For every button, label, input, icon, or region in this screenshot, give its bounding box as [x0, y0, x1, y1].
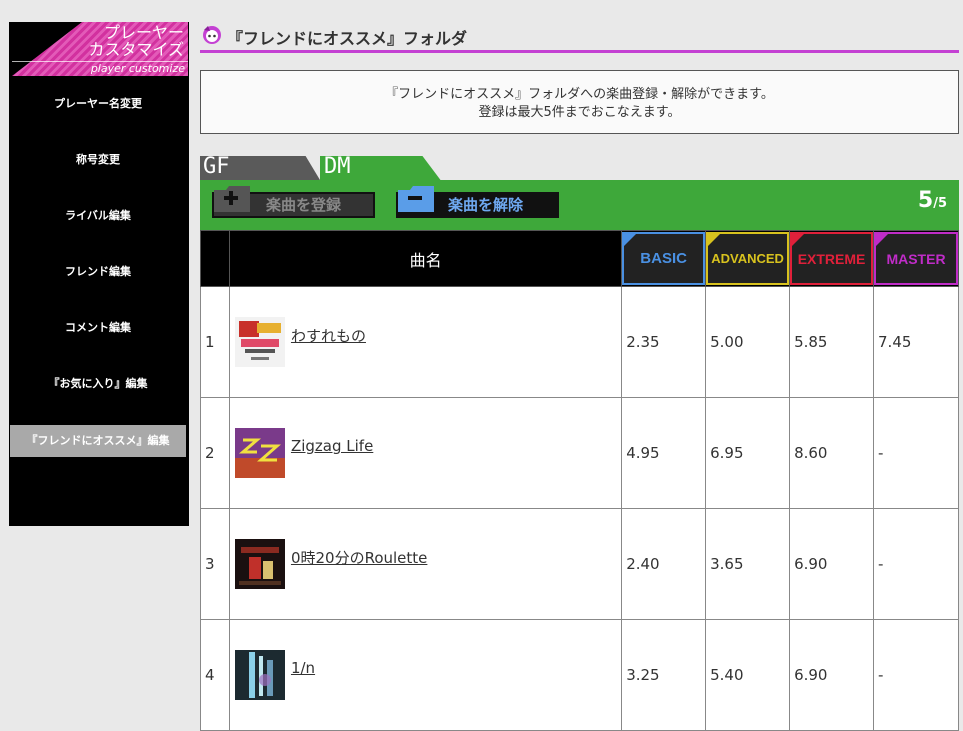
page-header: 『フレンドにオススメ』フォルダ: [200, 22, 959, 53]
sidebar-item-title[interactable]: 称号変更: [9, 152, 187, 168]
sidebar: プレーヤー カスタマイズ player customize プレーヤー名変更 称…: [9, 22, 189, 526]
difficulty-master-label: MASTER: [874, 232, 958, 285]
remove-song-label: 楽曲を解除: [448, 196, 524, 214]
song-cell: Zigzag Life: [228, 397, 623, 509]
tab-gf-label: GF: [203, 154, 230, 179]
info-box: 『フレンドにオススメ』フォルダへの楽曲登録・解除ができます。 登録は最大5件まで…: [200, 70, 959, 134]
level-master: -: [873, 619, 959, 731]
registered-count-value: 5: [917, 188, 934, 213]
tab-gf[interactable]: GF: [200, 156, 320, 180]
add-song-label: 楽曲を登録: [266, 196, 342, 214]
registered-count-max: /5: [933, 196, 947, 211]
song-jacket-image: [234, 317, 285, 367]
difficulty-extreme-label: EXTREME: [790, 232, 874, 285]
info-text-line-1: 『フレンドにオススメ』フォルダへの楽曲登録・解除ができます。: [385, 87, 774, 102]
header-extreme: EXTREME: [789, 230, 875, 287]
song-cell: わすれもの: [228, 286, 623, 398]
sidebar-header-title-2: カスタマイズ: [88, 40, 184, 59]
level-advanced: 5.40: [705, 619, 791, 731]
difficulty-basic-text: BASIC: [640, 250, 687, 267]
level-extreme: 8.60: [789, 397, 875, 509]
song-jacket-image: [234, 428, 285, 478]
info-text-line-2: 登録は最大5件までおこなえます。: [478, 105, 681, 120]
song-title-link[interactable]: 0時20分のRoulette: [291, 547, 427, 568]
add-song-button[interactable]: 楽曲を登録: [212, 186, 375, 218]
toolbar: 楽曲を登録 楽曲を解除 5/5: [200, 180, 959, 230]
sidebar-header: プレーヤー カスタマイズ player customize: [12, 22, 188, 76]
level-basic: 2.40: [621, 508, 707, 620]
song-cell: 1/n: [228, 619, 623, 731]
table-row: 2 Zigzag Life 4.95 6.95 8.60 -: [200, 397, 959, 509]
song-table: 曲名 BASIC ADVANCED EXTREME MASTER 1 わすれもの…: [200, 230, 959, 731]
sidebar-item-comment[interactable]: コメント編集: [9, 320, 187, 336]
row-number: 3: [200, 508, 230, 620]
level-extreme: 6.90: [789, 508, 875, 620]
level-extreme: 6.90: [789, 619, 875, 731]
header-advanced: ADVANCED: [705, 230, 791, 287]
level-extreme: 5.85: [789, 286, 875, 398]
sidebar-item-rival[interactable]: ライバル編集: [9, 208, 187, 224]
difficulty-advanced-label: ADVANCED: [706, 232, 790, 285]
level-basic: 2.35: [621, 286, 707, 398]
page-title: 『フレンドにオススメ』フォルダ: [227, 29, 468, 48]
table-row: 1 わすれもの 2.35 5.00 5.85 7.45: [200, 286, 959, 398]
song-jacket-image: [234, 539, 285, 589]
song-jacket-image: [234, 650, 285, 700]
row-number: 1: [200, 286, 230, 398]
tab-dm-label: DM: [324, 154, 351, 179]
header-number-cell: [200, 230, 230, 287]
header-song-title: 曲名: [228, 230, 623, 287]
plus-folder-icon: [214, 186, 250, 212]
level-basic: 4.95: [621, 397, 707, 509]
row-number: 4: [200, 619, 230, 731]
level-basic: 3.25: [621, 619, 707, 731]
remove-song-button[interactable]: 楽曲を解除: [396, 186, 559, 218]
sidebar-item-favorite[interactable]: 『お気に入り』編集: [9, 376, 187, 392]
table-row: 4 1/n 3.25 5.40 6.90 -: [200, 619, 959, 731]
row-number: 2: [200, 397, 230, 509]
song-title-link[interactable]: 1/n: [291, 659, 315, 677]
level-master: -: [873, 508, 959, 620]
header-basic: BASIC: [621, 230, 707, 287]
level-advanced: 3.65: [705, 508, 791, 620]
level-advanced: 6.95: [705, 397, 791, 509]
tab-dm[interactable]: DM: [320, 156, 442, 182]
song-cell: 0時20分のRoulette: [228, 508, 623, 620]
table-header-row: 曲名 BASIC ADVANCED EXTREME MASTER: [200, 230, 959, 287]
difficulty-extreme-text: EXTREME: [797, 251, 866, 267]
sidebar-header-subtitle: player customize: [90, 62, 185, 75]
difficulty-master-text: MASTER: [886, 251, 946, 267]
header-master: MASTER: [873, 230, 959, 287]
level-advanced: 5.00: [705, 286, 791, 398]
song-title-link[interactable]: Zigzag Life: [291, 437, 373, 455]
song-title-link[interactable]: わすれもの: [291, 325, 366, 346]
table-row: 3 0時20分のRoulette 2.40 3.65 6.90 -: [200, 508, 959, 620]
level-master: -: [873, 397, 959, 509]
character-face-icon: [203, 26, 221, 44]
minus-folder-icon: [398, 186, 434, 212]
registered-count: 5/5: [918, 188, 947, 213]
sidebar-item-player-name[interactable]: プレーヤー名変更: [9, 96, 187, 112]
level-master: 7.45: [873, 286, 959, 398]
difficulty-basic-label: BASIC: [622, 232, 706, 285]
difficulty-advanced-text: ADVANCED: [711, 251, 784, 266]
sidebar-item-friend[interactable]: フレンド編集: [9, 264, 187, 280]
sidebar-item-friend-recommend[interactable]: 『フレンドにオススメ』編集: [10, 425, 186, 457]
